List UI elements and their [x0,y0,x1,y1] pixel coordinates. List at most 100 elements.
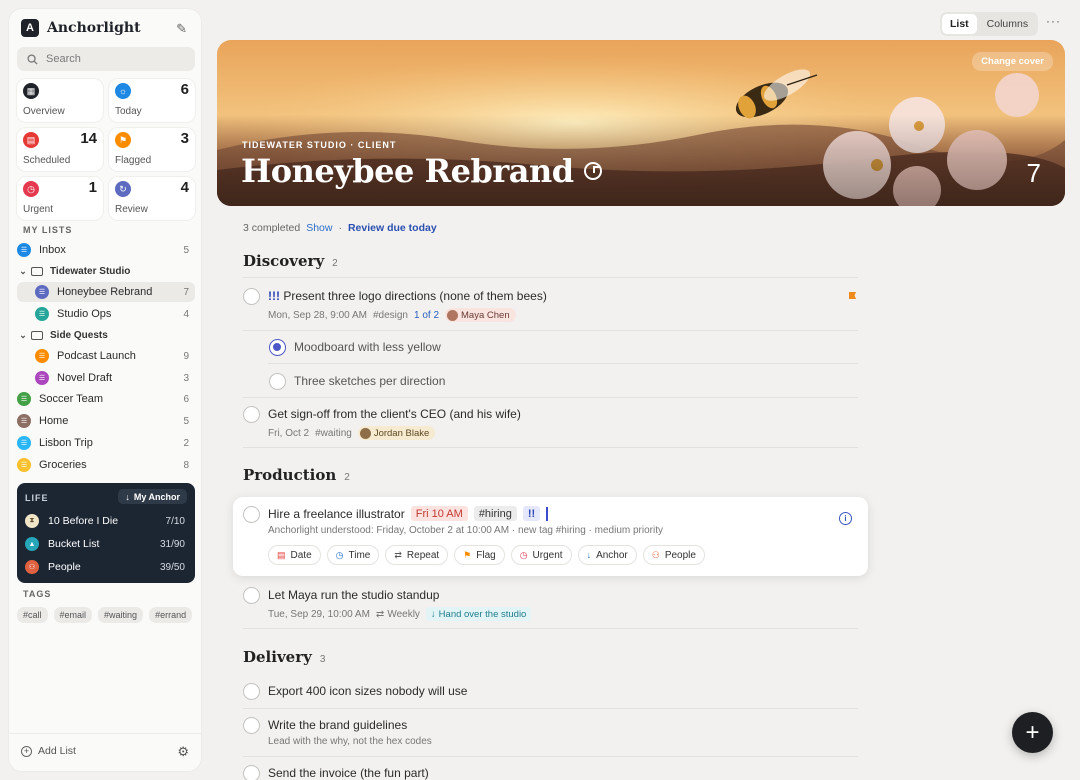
task-title[interactable]: !!! Present three logo directions (none … [268,289,547,303]
brand: A Anchorlight [21,19,141,37]
subtask-progress[interactable]: 1 of 2 [414,310,439,321]
tag-chip[interactable]: #waiting [98,607,144,623]
action-label: People [664,549,696,561]
calendar-icon: ▤ [277,549,286,560]
smart-list-scheduled[interactable]: ▤ 14 Scheduled [17,128,103,171]
change-cover-button[interactable]: Change cover [972,52,1053,71]
tag-chip[interactable]: #call [17,607,48,623]
task-title[interactable]: Export 400 icon sizes nobody will use [268,684,467,698]
smart-list-urgent[interactable]: ◷ 1 Urgent [17,177,103,220]
review-due-link[interactable]: Review due today [348,222,437,234]
my-anchor-button[interactable]: ↓ My Anchor [118,489,187,504]
life-item-bucket-list[interactable]: ▲ Bucket List 31/90 [25,535,187,553]
list-label: Home [39,415,69,427]
cover-banner: Change cover TIDEWATER STUDIO · CLIENT H… [217,40,1065,206]
person-chip[interactable]: Maya Chen [445,308,516,322]
task-title[interactable]: Send the invoice (the fun part) [268,766,429,780]
urgent-button[interactable]: ◷ Urgent [510,545,572,565]
sidebar-item-soccer-team[interactable]: ☰ Soccer Team 6 [17,389,195,409]
task-checkbox[interactable] [243,765,260,780]
flag-icon[interactable] [849,292,856,299]
list-label: Novel Draft [57,372,113,384]
tag-list: #call #email #waiting #errand [17,607,193,623]
chevron-down-icon[interactable]: ⌄ [17,330,29,341]
person-chip[interactable]: Jordan Blake [357,426,436,440]
tag-chip[interactable]: #email [53,607,93,623]
smart-list-today[interactable]: ☼ 6 Today [109,79,195,122]
smart-list-overview[interactable]: ▦ Overview [17,79,103,122]
life-item-people[interactable]: ⚇ People 39/50 [25,558,187,576]
anchor-chip[interactable]: ↓ Hand over the studio [425,607,532,621]
divider [243,756,858,757]
task-checkbox[interactable] [243,587,260,604]
sidebar-item-novel-draft[interactable]: ☰ Novel Draft 3 [17,368,195,388]
time-button[interactable]: ◷ Time [326,545,380,565]
chevron-down-icon[interactable]: ⌄ [17,266,29,277]
task-checkbox[interactable] [243,406,260,423]
people-button[interactable]: ⚇ People [642,545,705,565]
sidebar-item-inbox[interactable]: ☰ Inbox 5 [17,240,195,260]
add-task-button[interactable]: + [1012,712,1053,753]
sidebar-item-honeybee-rebrand[interactable]: ☰ Honeybee Rebrand 7 [17,282,195,302]
add-list-button[interactable]: + Add List [21,745,76,757]
sidebar-item-home[interactable]: ☰ Home 5 [17,411,195,431]
task-editor[interactable]: Hire a freelance illustrator Fri 10 AM #… [233,497,868,576]
view-columns-button[interactable]: Columns [979,14,1036,34]
priority-token[interactable]: !! [522,506,541,521]
smart-list-label: Today [115,106,142,117]
task-title[interactable]: Let Maya run the studio standup [268,588,439,602]
sidebar-item-lisbon-trip[interactable]: ☰ Lisbon Trip 2 [17,433,195,453]
subtask-checkbox[interactable] [269,373,286,390]
show-completed-link[interactable]: Show [306,222,332,234]
task-checkbox[interactable] [243,683,260,700]
hourglass-icon: ⧗ [25,514,39,528]
task-note: Lead with the why, not the hex codes [268,736,432,747]
date-button[interactable]: ▤ Date [268,545,321,565]
plus-circle-icon: + [21,745,32,757]
smart-list-flagged[interactable]: ⚑ 3 Flagged [109,128,195,171]
info-icon[interactable]: i [839,512,852,525]
list-count: 7 [183,286,189,298]
section-discovery[interactable]: Discovery 2 [243,252,338,270]
task-action-bar: ▤ Date ◷ Time ⇄ Repeat ⚑ Flag ◷ Urgent ↓ Ancho… [268,545,705,565]
life-item-10-before-i-die[interactable]: ⧗ 10 Before I Die 7/10 [25,512,187,530]
smart-list-review[interactable]: ↻ 4 Review [109,177,195,220]
task-checkbox[interactable] [243,717,260,734]
subtask-title[interactable]: Moodboard with less yellow [294,340,441,354]
task-count: 7 [1026,158,1041,188]
flag-button[interactable]: ⚑ Flag [454,545,505,565]
pencil-icon[interactable]: ✎ [176,21,187,37]
anchor-button[interactable]: ↓ Anchor [577,545,637,565]
sidebar-item-studio-ops[interactable]: ☰ Studio Ops 4 [17,304,195,324]
folder-side-quests[interactable]: ⌄ Side Quests [17,325,195,345]
section-production[interactable]: Production 2 [243,466,350,484]
more-icon[interactable]: ··· [1046,14,1061,28]
list-label: Groceries [39,459,87,471]
subtask-title[interactable]: Three sketches per direction [294,374,445,388]
tag-token[interactable]: #hiring [473,506,517,521]
sidebar-item-groceries[interactable]: ☰ Groceries 8 [17,455,195,475]
task-meta: Mon, Sep 28, 9:00 AM #design 1 of 2 Maya… [268,308,516,322]
gear-icon[interactable]: ⚙ [177,744,189,760]
tag-chip[interactable]: #errand [149,607,193,623]
people-icon: ⚇ [651,549,660,560]
plus-icon: + [1025,718,1040,746]
task-title-input[interactable]: Hire a freelance illustrator Fri 10 AM #… [268,506,548,521]
date-token[interactable]: Fri 10 AM [410,506,468,521]
action-label: Anchor [596,549,628,561]
tags-header: TAGS [23,589,52,599]
task-checkbox[interactable] [243,506,260,523]
task-title[interactable]: Write the brand guidelines [268,718,407,732]
list-icon: ☰ [17,392,31,406]
sidebar-item-podcast-launch[interactable]: ☰ Podcast Launch 9 [17,346,195,366]
divider [268,363,858,364]
search-input[interactable]: Search [17,47,195,71]
section-delivery[interactable]: Delivery 3 [243,648,325,666]
subtask-checkbox[interactable] [269,339,286,356]
repeat-indicator: ⇄ Weekly [376,609,420,620]
task-checkbox[interactable] [243,288,260,305]
folder-tidewater-studio[interactable]: ⌄ Tidewater Studio [17,261,195,281]
task-title[interactable]: Get sign-off from the client's CEO (and … [268,407,521,421]
repeat-button[interactable]: ⇄ Repeat [385,545,449,565]
view-list-button[interactable]: List [942,14,977,34]
